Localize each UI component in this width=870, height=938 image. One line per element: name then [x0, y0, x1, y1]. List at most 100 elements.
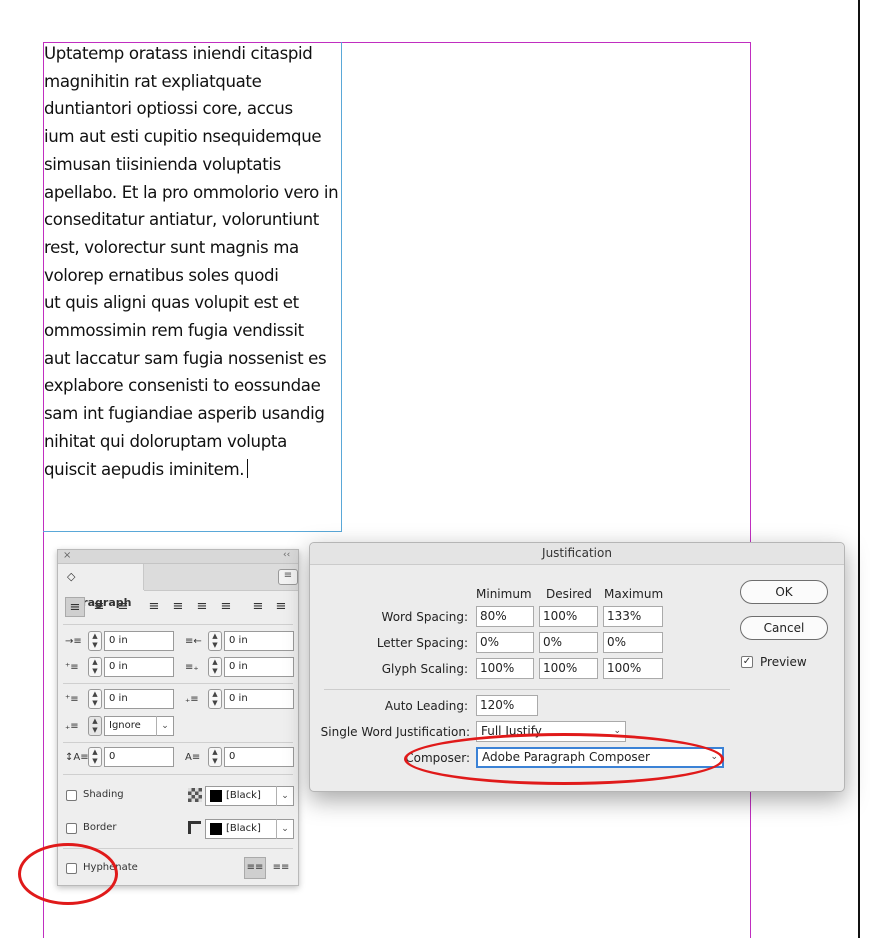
border-checkbox[interactable] — [66, 823, 77, 834]
glyph-scaling-label: Glyph Scaling: — [381, 662, 468, 676]
justify-center-icon[interactable]: ≡ — [168, 597, 188, 617]
drop-cap-lines-field[interactable]: 0 — [104, 747, 174, 767]
space-before-field[interactable]: 0 in — [104, 689, 174, 709]
shading-label: Shading — [83, 789, 124, 800]
story-line: duntiantori optiossi core, accus — [44, 99, 293, 119]
column-header-desired: Desired — [546, 587, 592, 601]
dialog-title: Justification — [310, 543, 844, 565]
preview-checkbox[interactable]: ✓ — [741, 656, 753, 668]
shading-swatch-value: [Black] — [226, 790, 261, 801]
align-center-icon[interactable]: ≡ — [89, 597, 109, 617]
align-toward-spine-icon[interactable]: ≡ — [248, 597, 268, 617]
ok-button[interactable]: OK — [740, 580, 828, 604]
right-indent-icon: ≡← — [185, 636, 202, 647]
left-indent-stepper[interactable]: ▲ ▼ — [88, 631, 102, 651]
story-text[interactable]: Uptatemp oratass iniendi citaspid magnih… — [44, 40, 364, 483]
collapse-icon[interactable]: ‹‹ — [283, 550, 290, 560]
story-line: conseditatur antiatur, voloruntiunt — [44, 210, 319, 230]
letter-spacing-max[interactable]: 0% — [603, 632, 663, 653]
story-line: aut laccatur sam fugia nossenist es — [44, 348, 327, 368]
panel-menu-icon[interactable]: ≡ — [278, 569, 298, 585]
shading-swatch-select[interactable]: [Black] ⌄ — [205, 786, 294, 806]
border-swatch-value: [Black] — [226, 823, 261, 834]
align-to-grid-icon: ₊≡ — [65, 721, 79, 732]
tab-paragraph[interactable]: ◇ Paragraph — [61, 564, 144, 609]
dialog-divider — [324, 689, 730, 690]
border-settings-icon[interactable] — [188, 821, 201, 834]
story-line: ium aut esti cupitio nsequidemque — [44, 127, 322, 147]
last-line-indent-stepper[interactable]: ▲ ▼ — [208, 657, 222, 677]
story-line: rest, volorectur sunt magnis ma — [44, 237, 299, 257]
drop-cap-chars-stepper[interactable]: ▲ ▼ — [208, 747, 222, 767]
glyph-scaling-desired[interactable]: 100% — [539, 658, 598, 679]
column-header-minimum: Minimum — [476, 587, 532, 601]
story-line: apellabo. Et la pro ommolorio vero in — [44, 182, 339, 202]
story-line: ut quis aligni quas volupit est et — [44, 293, 299, 313]
align-grid-icon[interactable]: ≡≡ — [270, 857, 292, 879]
auto-leading-label: Auto Leading: — [384, 699, 468, 713]
black-swatch-icon — [210, 790, 222, 802]
margin-guide-right — [750, 42, 751, 938]
tab-strip — [144, 564, 298, 591]
right-indent-stepper[interactable]: ▲ ▼ — [208, 631, 222, 651]
letter-spacing-label: Letter Spacing: — [376, 636, 468, 650]
single-word-justification-label: Single Word Justification: — [320, 725, 470, 739]
black-swatch-icon — [210, 823, 222, 835]
right-indent-field[interactable]: 0 in — [224, 631, 294, 651]
letter-spacing-desired[interactable]: 0% — [539, 632, 598, 653]
space-before-stepper[interactable]: ▲ ▼ — [88, 689, 102, 709]
align-to-grid-stepper: ▲ ▼ — [88, 716, 102, 736]
last-line-indent-icon: ≡₊ — [185, 662, 199, 673]
cancel-button[interactable]: Cancel — [740, 616, 828, 640]
chevron-down-icon: ⌄ — [276, 786, 293, 806]
word-spacing-min[interactable]: 80% — [476, 606, 534, 627]
word-spacing-label: Word Spacing: — [381, 610, 468, 624]
left-indent-field[interactable]: 0 in — [104, 631, 174, 651]
glyph-scaling-max[interactable]: 100% — [603, 658, 663, 679]
word-spacing-desired[interactable]: 100% — [539, 606, 598, 627]
align-to-grid-select[interactable]: Ignore ⌄ — [104, 716, 174, 736]
story-line: simusan tiisinienda voluptatis — [44, 154, 281, 174]
do-not-align-grid-icon[interactable]: ≡≡ — [244, 857, 266, 879]
story-line: quiscit aepudis iminitem. — [44, 459, 245, 479]
first-line-indent-field[interactable]: 0 in — [104, 657, 174, 677]
justify-right-icon[interactable]: ≡ — [192, 597, 212, 617]
story-line: Uptatemp oratass iniendi citaspid — [44, 44, 313, 63]
panel-titlebar[interactable] — [58, 550, 298, 564]
space-after-stepper[interactable]: ▲ ▼ — [208, 689, 222, 709]
glyph-scaling-min[interactable]: 100% — [476, 658, 534, 679]
story-line: sam int fugiandiae asperib usandig — [44, 404, 325, 424]
word-spacing-max[interactable]: 133% — [603, 606, 663, 627]
align-to-grid-value: Ignore — [109, 720, 141, 731]
justify-left-icon[interactable]: ≡ — [144, 597, 164, 617]
story-line: ommossimin rem fugia vendissit — [44, 321, 304, 341]
drop-cap-lines-icon: ↕A≡ — [65, 752, 89, 763]
first-line-indent-stepper[interactable]: ▲ ▼ — [88, 657, 102, 677]
close-icon[interactable]: × — [63, 550, 71, 561]
space-before-icon: ⁺≡ — [65, 694, 79, 705]
auto-leading-field[interactable]: 120% — [476, 695, 538, 716]
annotation-ellipse-composer — [404, 733, 724, 785]
story-line: nihitat qui doloruptam volupta — [44, 431, 287, 451]
shading-checkbox[interactable] — [66, 790, 77, 801]
justify-all-icon[interactable]: ≡ — [216, 597, 236, 617]
story-line: explabore consenisti to eossundae — [44, 376, 321, 396]
last-line-indent-field[interactable]: 0 in — [224, 657, 294, 677]
align-right-icon[interactable]: ≡ — [113, 597, 133, 617]
divider — [63, 683, 293, 684]
align-left-icon[interactable]: ≡ — [65, 597, 85, 617]
divider — [63, 774, 293, 775]
letter-spacing-min[interactable]: 0% — [476, 632, 534, 653]
chevron-down-icon: ⌄ — [276, 819, 293, 839]
drop-cap-lines-stepper[interactable]: ▲ ▼ — [88, 747, 102, 767]
column-header-maximum: Maximum — [604, 587, 664, 601]
space-after-field[interactable]: 0 in — [224, 689, 294, 709]
first-line-indent-icon: ⁺≡ — [65, 662, 79, 673]
align-away-spine-icon[interactable]: ≡ — [271, 597, 291, 617]
paragraph-panel: × ‹‹ ◇ Paragraph ≡ ≡ ≡ ≡ ≡ ≡ ≡ ≡ ≡ ≡ →≡ … — [57, 549, 299, 886]
shading-settings-icon[interactable] — [188, 788, 202, 802]
left-indent-icon: →≡ — [65, 636, 82, 647]
drop-cap-chars-field[interactable]: 0 — [224, 747, 294, 767]
story-line: volorep ernatibus soles quodi — [44, 265, 279, 285]
border-swatch-select[interactable]: [Black] ⌄ — [205, 819, 294, 839]
